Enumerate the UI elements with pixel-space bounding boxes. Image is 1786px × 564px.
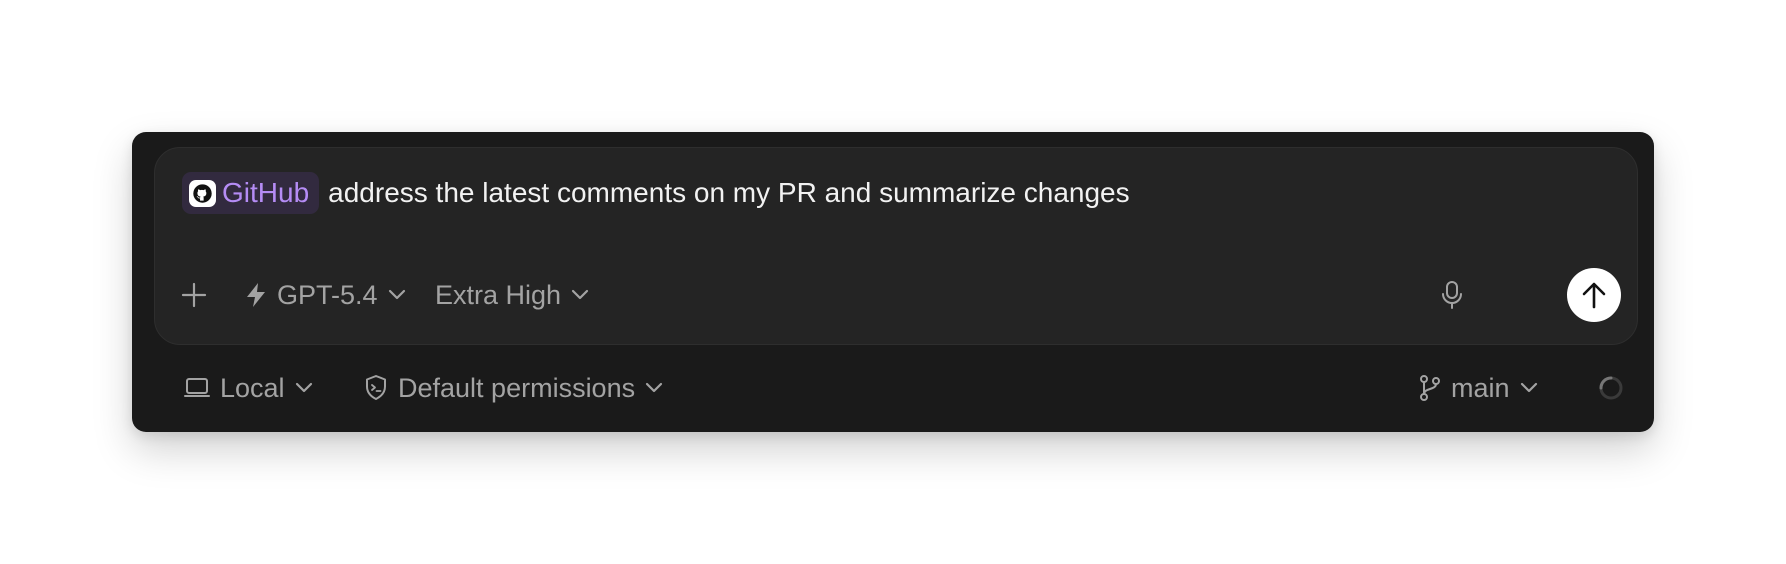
github-icon xyxy=(189,179,216,207)
laptop-icon xyxy=(184,377,210,399)
microphone-icon xyxy=(1441,280,1463,310)
reasoning-label: Extra High xyxy=(435,279,562,310)
chevron-down-icon xyxy=(571,289,589,301)
loading-spinner-icon xyxy=(1598,375,1624,401)
reasoning-selector[interactable]: Extra High xyxy=(435,260,589,330)
composer-panel: GitHub address the latest comments on my… xyxy=(132,132,1654,432)
arrow-up-icon xyxy=(1580,280,1608,310)
lightning-icon xyxy=(245,282,267,308)
branch-selector[interactable]: main xyxy=(1419,358,1538,418)
status-indicator xyxy=(1598,358,1624,418)
chevron-down-icon xyxy=(645,382,663,394)
send-button[interactable] xyxy=(1567,268,1621,322)
environment-label: Local xyxy=(220,372,285,403)
shield-terminal-icon xyxy=(364,374,388,402)
permissions-label: Default permissions xyxy=(398,372,636,403)
prompt-box[interactable]: GitHub address the latest comments on my… xyxy=(154,147,1638,345)
permissions-selector[interactable]: Default permissions xyxy=(364,358,663,418)
chevron-down-icon xyxy=(388,289,406,301)
model-label: GPT-5.4 xyxy=(277,279,378,310)
github-mention-chip[interactable]: GitHub xyxy=(182,172,320,214)
mention-label: GitHub xyxy=(222,177,310,208)
prompt-text: address the latest comments on my PR and… xyxy=(328,177,1130,208)
microphone-button[interactable] xyxy=(1441,260,1463,330)
prompt-input[interactable]: GitHub address the latest comments on my… xyxy=(182,172,1130,214)
git-branch-icon xyxy=(1419,374,1441,402)
plus-icon xyxy=(181,282,207,308)
composer-toolbar: GPT-5.4 Extra High xyxy=(155,260,1637,330)
environment-selector[interactable]: Local xyxy=(184,358,313,418)
branch-label: main xyxy=(1451,372,1510,403)
add-button[interactable] xyxy=(181,260,207,330)
chevron-down-icon xyxy=(295,382,313,394)
chevron-down-icon xyxy=(1520,382,1538,394)
composer-footer: Local Default permissions main xyxy=(132,358,1654,418)
model-selector[interactable]: GPT-5.4 xyxy=(245,260,406,330)
